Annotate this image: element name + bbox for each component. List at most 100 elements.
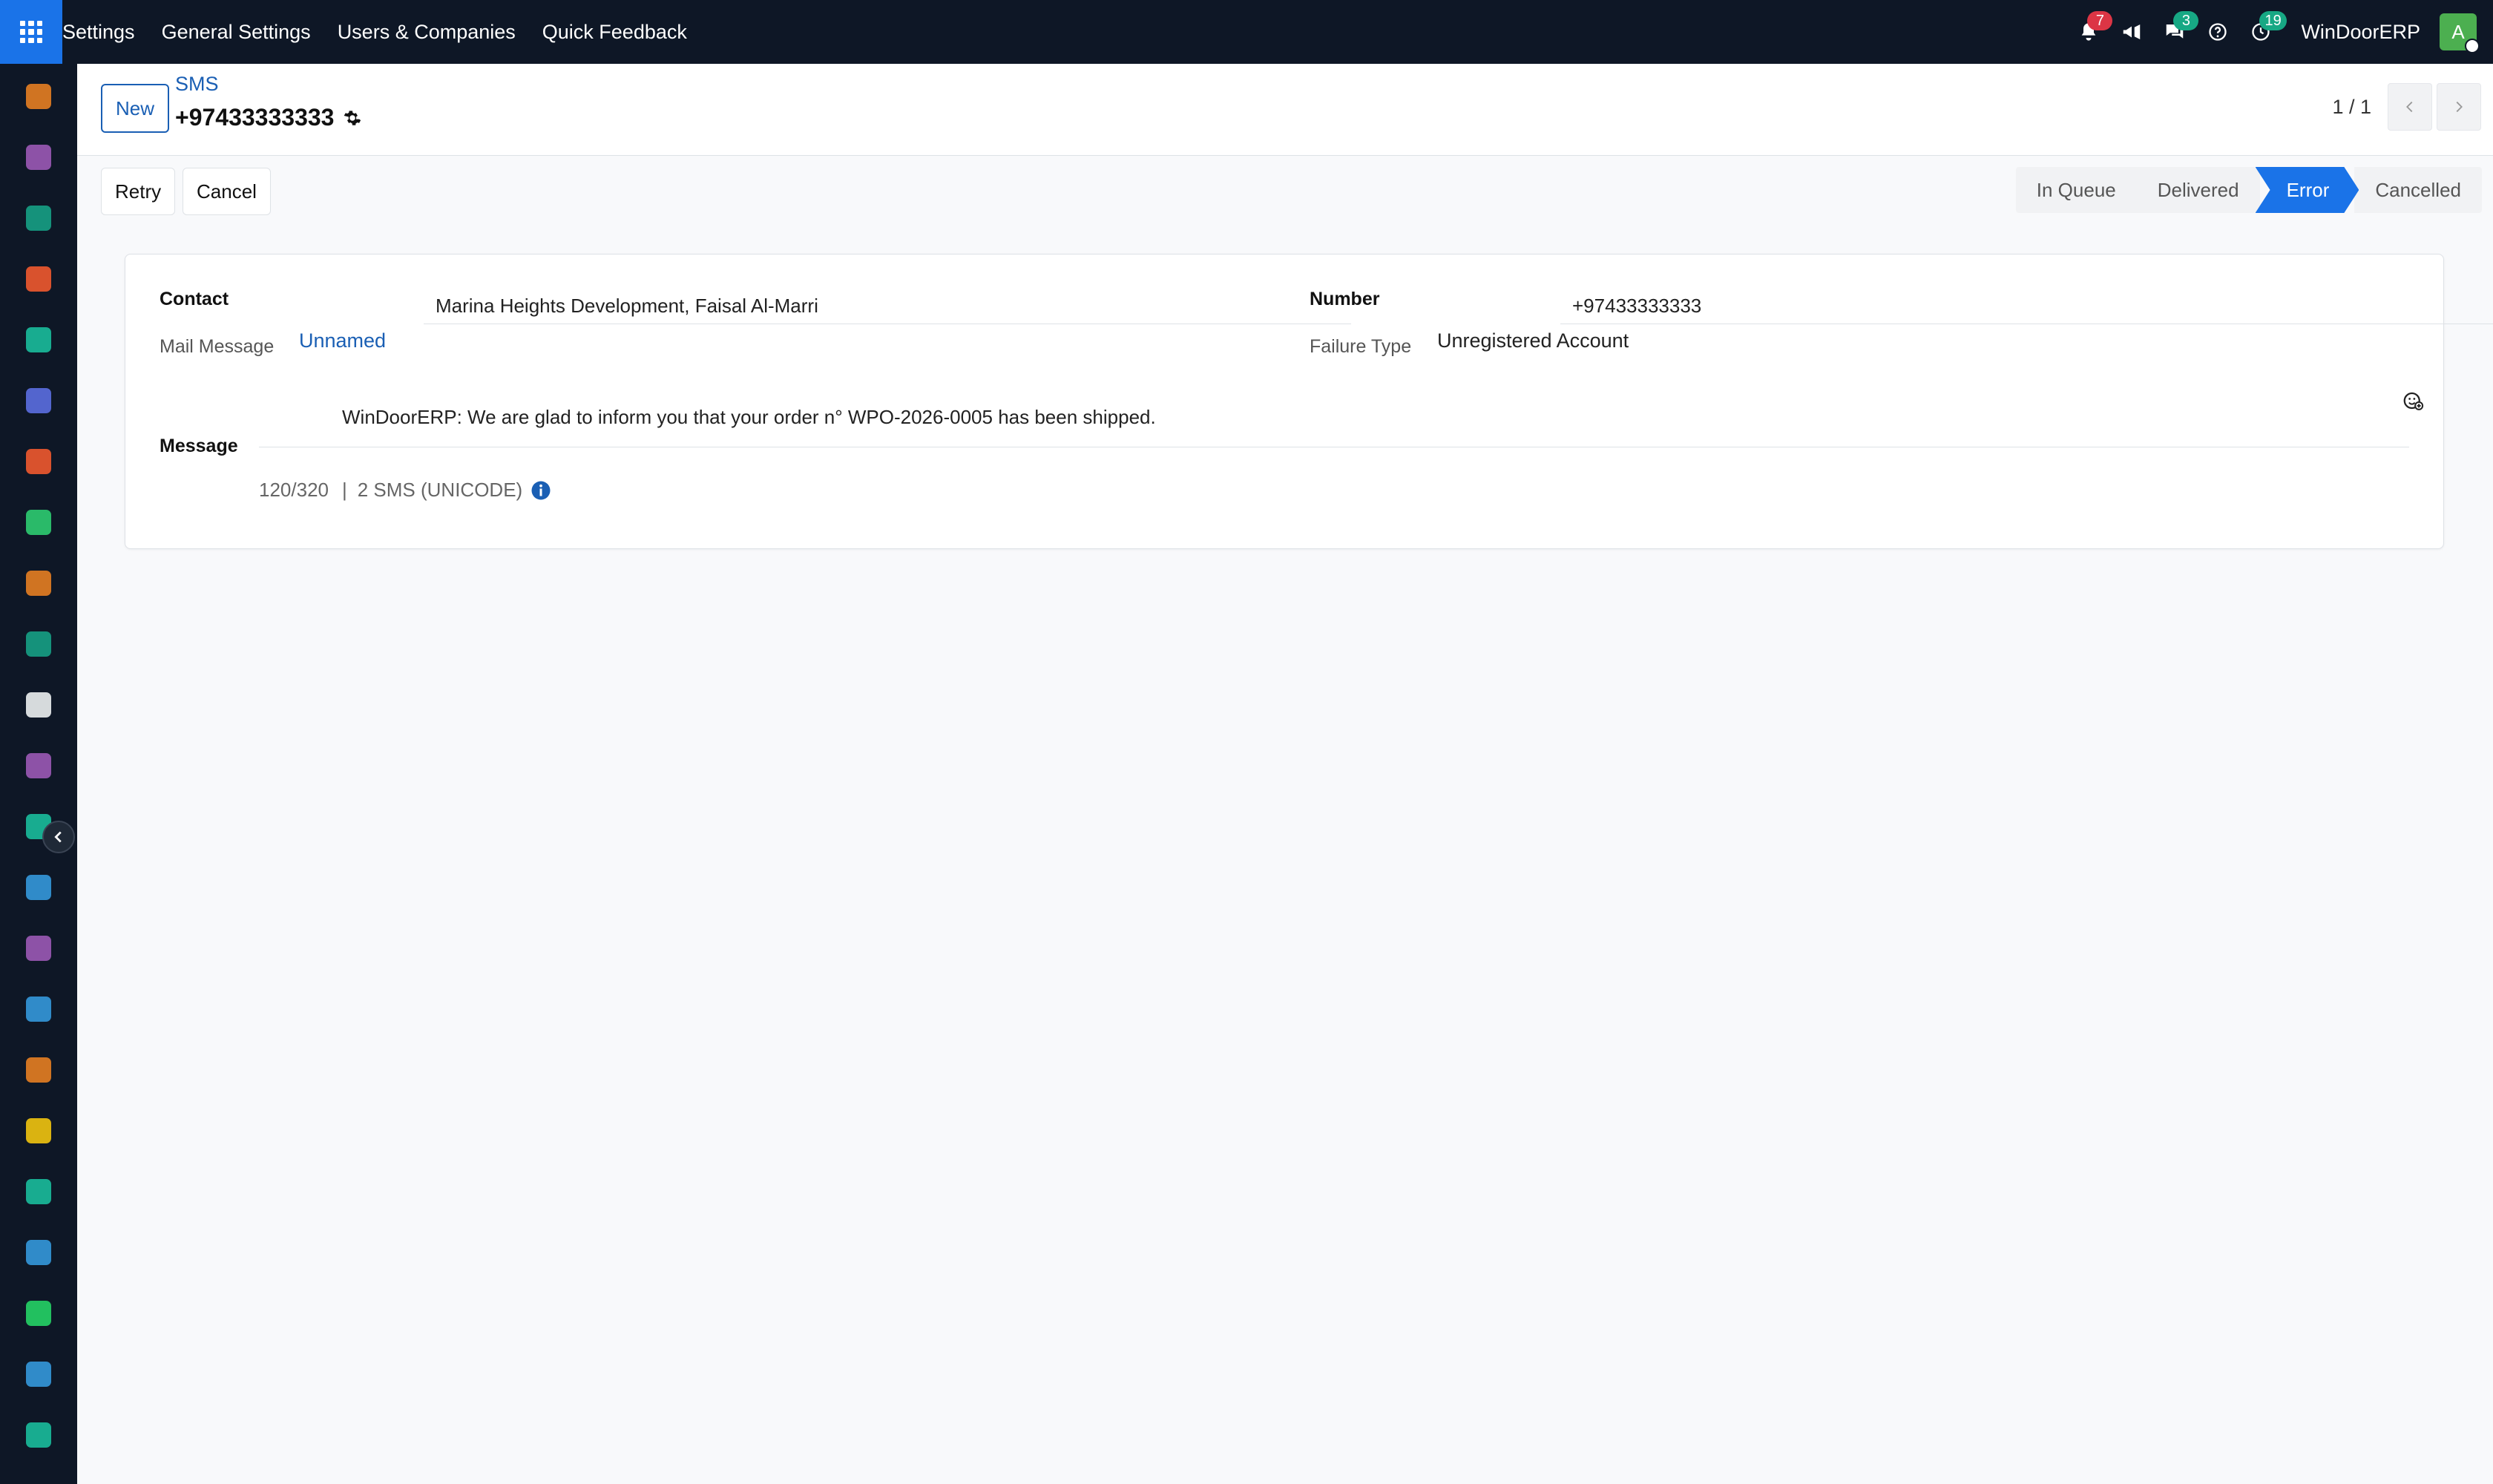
sales-icon[interactable] [22, 993, 55, 1025]
invoicing-icon-glyph [26, 510, 51, 535]
products-icon[interactable] [22, 932, 55, 965]
inventory-icon[interactable] [22, 689, 55, 721]
char-count: 120/320 [259, 479, 329, 501]
email-marketing-icon-glyph [26, 388, 51, 413]
pager: 1 / 1 [2332, 83, 2481, 131]
notes-icon-glyph [26, 753, 51, 778]
activities-button[interactable]: 19 [2244, 11, 2287, 48]
knowledge-icon[interactable] [22, 141, 55, 174]
invoicing-icon[interactable] [22, 506, 55, 539]
discuss-icon-glyph [26, 266, 51, 292]
dashboard-icon-glyph [26, 84, 51, 109]
knowledge-icon-glyph [26, 145, 51, 170]
app-sidebar [0, 64, 77, 1484]
stage-cancelled[interactable]: Cancelled [2354, 167, 2482, 213]
status-bar: In Queue Delivered Error Cancelled [2015, 167, 2482, 213]
number-label: Number [1310, 289, 1380, 309]
cancel-button[interactable]: Cancel [183, 168, 271, 215]
contacts-icon-glyph [26, 206, 51, 231]
notifications-badge: 7 [2087, 11, 2113, 30]
contacts-icon[interactable] [22, 202, 55, 234]
new-button[interactable]: New [101, 84, 169, 133]
message-field[interactable]: WinDoorERP: We are glad to inform you th… [259, 388, 2409, 447]
systray: 7 3 19 WinDoorERP A [2062, 0, 2493, 64]
number-field[interactable]: +97433333333 [1560, 289, 2493, 324]
pager-value[interactable]: 1 / 1 [2332, 96, 2371, 119]
website-icon[interactable] [22, 1419, 55, 1451]
contact-field[interactable]: Marina Heights Development, Faisal Al-Ma… [424, 289, 1351, 324]
chevron-right-icon [2456, 101, 2463, 113]
pager-next-button[interactable] [2437, 83, 2481, 131]
menu-general-settings[interactable]: General Settings [162, 21, 311, 44]
stage-delivered[interactable]: Delivered [2136, 167, 2260, 213]
sign-icon[interactable] [22, 1175, 55, 1208]
top-menu: Settings General Settings Users & Compan… [62, 0, 714, 64]
failure-type-label: Failure Type [1310, 336, 1412, 357]
live-icon[interactable] [22, 324, 55, 356]
presence-dot [2465, 39, 2480, 53]
email-marketing-icon[interactable] [22, 384, 55, 417]
stage-in-queue[interactable]: In Queue [2015, 167, 2137, 213]
announcements-button[interactable] [2115, 16, 2148, 48]
whatsapp-icon-glyph [26, 1301, 51, 1326]
elearning-icon[interactable] [22, 871, 55, 904]
help-button[interactable] [2201, 16, 2234, 48]
messages-button[interactable]: 3 [2158, 11, 2199, 48]
message-label: Message [160, 436, 238, 456]
apps-icon[interactable] [22, 1236, 55, 1269]
avatar-initial: A [2451, 21, 2465, 43]
reporting-icon[interactable] [22, 567, 55, 600]
employees-icon[interactable] [22, 628, 55, 660]
products-icon-glyph [26, 936, 51, 961]
calendar-icon[interactable] [22, 1114, 55, 1147]
team-icon-glyph [26, 1057, 51, 1083]
user-avatar[interactable]: A [2440, 13, 2480, 53]
discuss-icon[interactable] [22, 263, 55, 295]
sms-counter: 120/320 | 2 SMS (UNICODE) [259, 479, 552, 502]
megaphone-icon [2124, 24, 2141, 39]
record-title: +97433333333 [175, 104, 362, 131]
employees-icon-glyph [26, 631, 51, 657]
timer-icon[interactable] [22, 1358, 55, 1391]
dashboard-icon[interactable] [22, 80, 55, 113]
stage-error[interactable]: Error [2256, 167, 2359, 213]
team-icon[interactable] [22, 1054, 55, 1086]
sms-count: 2 SMS (UNICODE) [357, 479, 523, 501]
whatsapp-icon[interactable] [22, 1297, 55, 1330]
menu-users-companies[interactable]: Users & Companies [338, 21, 516, 44]
notifications-button[interactable]: 7 [2072, 11, 2113, 48]
mail-message-label: Mail Message [160, 336, 275, 357]
retry-button[interactable]: Retry [101, 168, 176, 215]
notes-icon[interactable] [22, 749, 55, 782]
breadcrumb-sms[interactable]: SMS [175, 73, 219, 96]
menu-settings[interactable]: Settings [62, 21, 135, 44]
livechat-icon[interactable] [22, 445, 55, 478]
pager-previous-button[interactable] [2388, 83, 2432, 131]
live-icon-glyph [26, 327, 51, 352]
calendar-icon-glyph [26, 1118, 51, 1143]
chevron-left-icon [54, 831, 62, 843]
apps-icon-glyph [26, 1240, 51, 1265]
control-panel: New SMS +97433333333 1 / 1 [77, 64, 2493, 156]
activities-badge: 19 [2259, 11, 2287, 30]
info-icon[interactable] [530, 479, 552, 502]
menu-quick-feedback[interactable]: Quick Feedback [542, 21, 687, 44]
app-menu-button[interactable] [0, 0, 62, 64]
company-switcher[interactable]: WinDoorERP [2301, 21, 2420, 44]
chevron-left-icon [2406, 101, 2413, 113]
help-icon [2209, 23, 2227, 41]
messages-badge: 3 [2173, 11, 2199, 30]
sales-icon-glyph [26, 997, 51, 1022]
record-title-text: +97433333333 [175, 104, 335, 131]
emoji-picker-icon[interactable] [2402, 390, 2424, 416]
livechat-icon-glyph [26, 449, 51, 474]
separator: | [341, 479, 347, 501]
elearning-icon-glyph [26, 875, 51, 900]
failure-type-value: Unregistered Account [1437, 329, 1629, 352]
timer-icon-glyph [26, 1362, 51, 1387]
collapse-sidebar-button[interactable] [42, 821, 75, 853]
gear-icon[interactable] [343, 108, 362, 128]
contact-label: Contact [160, 289, 229, 309]
reporting-icon-glyph [26, 571, 51, 596]
mail-message-link[interactable]: Unnamed [299, 329, 386, 352]
